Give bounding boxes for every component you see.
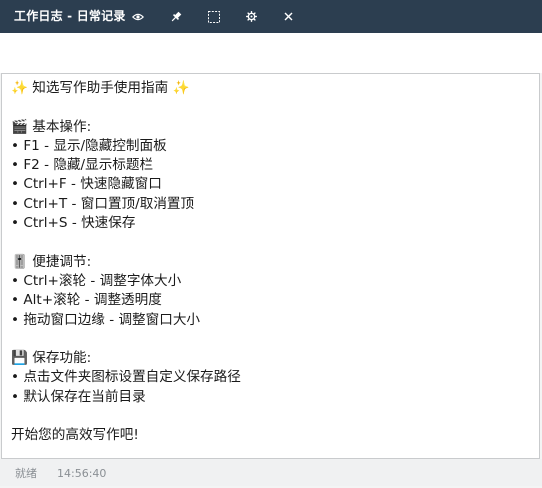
text-editor[interactable]: ✨ 知选写作助手使用指南 ✨ 🎬 基本操作: • F1 - 显示/隐藏控制面板 … — [1, 73, 540, 459]
eye-icon — [132, 13, 144, 21]
visibility-toggle-button[interactable] — [124, 0, 152, 33]
gear-icon — [245, 11, 257, 22]
title-bar-toggle-button[interactable] — [200, 0, 228, 33]
close-button[interactable] — [274, 0, 302, 33]
control-panel-area — [0, 33, 542, 73]
title-bar[interactable]: 工作日志 - 日常记录 — [0, 0, 542, 33]
settings-button[interactable] — [237, 0, 265, 33]
status-text: 就绪 — [15, 467, 37, 480]
pin-button[interactable] — [162, 0, 190, 33]
window-title: 工作日志 - 日常记录 — [14, 9, 126, 23]
pin-icon — [170, 11, 182, 23]
status-bar: 就绪 14:56:40 — [0, 459, 542, 486]
editor-content[interactable]: ✨ 知选写作助手使用指南 ✨ 🎬 基本操作: • F1 - 显示/隐藏控制面板 … — [2, 74, 539, 446]
status-time: 14:56:40 — [57, 467, 107, 480]
square-dashed-icon — [208, 10, 220, 23]
close-icon — [284, 12, 293, 21]
